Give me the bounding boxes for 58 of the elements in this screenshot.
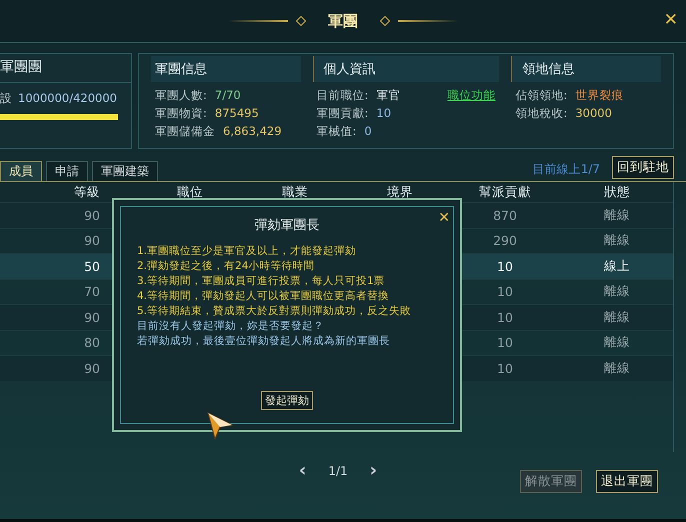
table-cell-text: 10 [496,335,514,350]
column-header: 等級 [73,184,100,200]
field-value: 世界裂痕 [575,88,624,103]
section-title: 領地信息 [511,56,661,82]
field-label: 領地稅收: [515,106,568,121]
field-value: 0 [364,124,372,139]
online-count: 目前線上1/7 [532,161,600,178]
dialog-text: 若彈劾成功，最後壹位彈劾發起人將成為新的軍團長 [137,334,391,349]
dialog-text: 4.等待期間，彈劾發起人可以被軍團職位更高者替換 [137,289,390,304]
table-cell-text: 10 [496,284,514,300]
field-label: 目前職位: [316,88,368,103]
table-cell-text: 70 [83,284,100,300]
field-value: 875495 [214,106,259,121]
dialog-title: 彈劾軍團長 [254,217,320,234]
table-cell-text: 10 [496,258,514,274]
field-label: 軍團人數: [155,88,207,103]
table-cell-text: 10 [496,310,514,325]
table-cell-text: 290 [492,233,518,248]
field-label: 軍團儲備金 [155,124,215,139]
field-label: 軍團物資: [155,106,207,121]
column-header: 狀態 [603,184,631,200]
build-value: 1000000/420000 [18,91,117,106]
section-title: 軍團信息 [151,56,301,82]
table-cell-text: 離線 [603,334,631,352]
table-cell-text: 離線 [603,232,631,250]
column-header: 職位 [176,184,204,200]
field-value: 6,863,429 [223,124,282,139]
table-cell-text: 10 [496,360,514,376]
field-value: 30000 [575,106,612,121]
table-cell-text: 90 [83,310,100,325]
section-title: 個人資訊 [312,56,500,82]
table-cell-text: 離線 [603,283,631,300]
window-title: 軍團 [327,12,359,30]
table-cell-text: 線上 [603,258,631,275]
page-indicator: 1/1 [328,464,348,478]
column-header: 境界 [386,184,414,200]
table-cell-text: 90 [83,208,100,223]
field-value: 10 [376,106,392,121]
dialog-text: 2.彈劾發起之後，有24小時等待時間 [137,259,316,274]
table-cell-text: 50 [83,258,100,274]
dialog-text: 5.等待期結束，贊成票大於反對票則彈劾成功，反之失敗 [137,304,412,319]
table-cell-text: 離線 [603,206,631,224]
table-cell-text: 870 [492,208,518,223]
table-cell-text: 離線 [603,360,631,377]
field-label: 軍團貢獻: [316,106,368,121]
table-cell-text: 90 [83,360,100,376]
table-cell-text: 80 [83,335,100,350]
table-cell-text: 離線 [603,308,631,326]
field-label: 軍械值: [316,124,356,139]
dialog-text: 1.軍團職位至少是軍官及以上，才能發起彈劾 [137,244,358,259]
field-label: 佔領領地: [515,88,568,103]
field-value: 7/70 [214,88,241,103]
table-cell-text: 90 [83,233,100,248]
build-label: 設 [0,91,12,106]
column-header: 幫派貢獻 [478,184,532,200]
column-header: 職業 [281,184,309,200]
guild-name: 軍團團 [0,54,131,83]
field-value: 軍官 [376,88,400,103]
